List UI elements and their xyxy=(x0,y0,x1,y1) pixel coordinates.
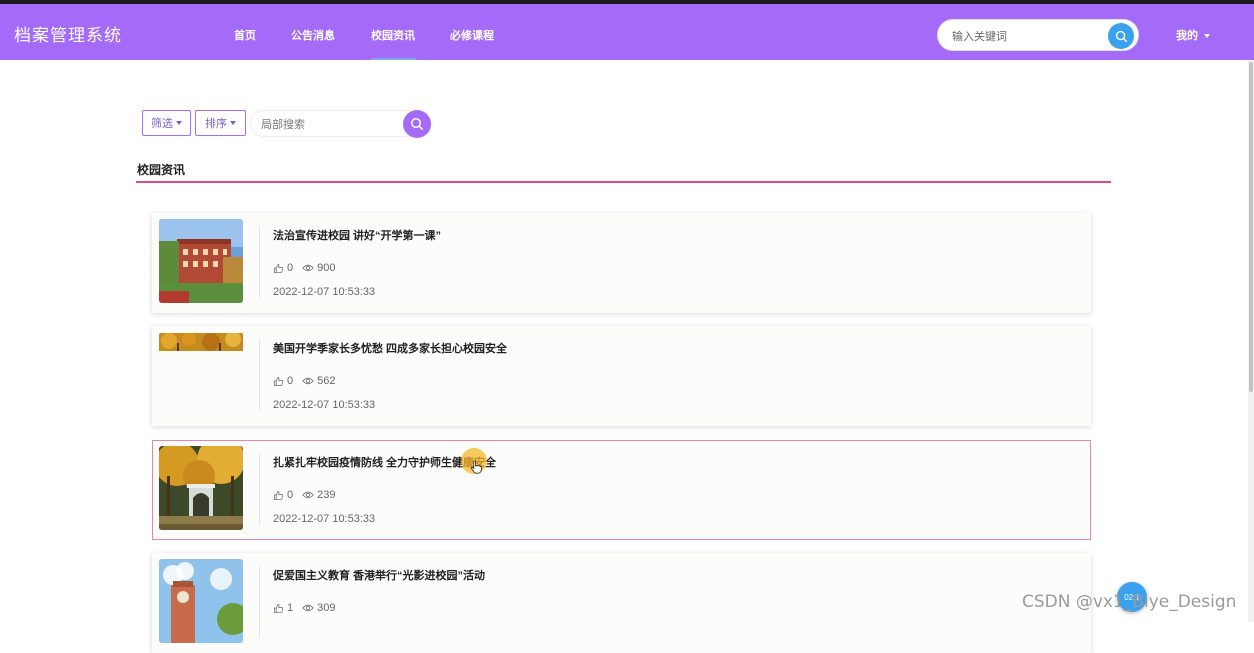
local-search-button[interactable] xyxy=(403,110,431,138)
card-divider xyxy=(259,226,260,298)
caret-down-icon xyxy=(230,121,236,125)
like-count: 1 xyxy=(287,602,294,614)
local-search-box xyxy=(250,110,410,137)
user-menu[interactable]: 我的 xyxy=(1176,27,1210,43)
like-stat[interactable]: 0 xyxy=(273,262,293,274)
news-thumbnail[interactable] xyxy=(159,559,243,643)
search-icon xyxy=(410,117,424,131)
news-thumbnail[interactable] xyxy=(159,446,243,530)
view-count: 309 xyxy=(317,602,336,614)
like-stat[interactable]: 1 xyxy=(273,602,293,614)
like-count: 0 xyxy=(287,262,294,274)
thumbs-up-icon xyxy=(273,263,283,273)
news-card[interactable]: 美国开学季家长多忧愁 四成多家长担心校园安全 0 562 2022-12-07 … xyxy=(152,326,1091,426)
sort-dropdown-button[interactable]: 排序 xyxy=(195,110,246,136)
card-divider xyxy=(259,453,260,525)
section-divider xyxy=(136,181,1111,183)
caret-down-icon xyxy=(176,121,182,125)
news-thumbnail[interactable] xyxy=(159,333,243,351)
caret-down-icon xyxy=(1204,34,1210,39)
view-stat: 309 xyxy=(302,602,335,614)
nav-item-campus-news[interactable]: 校园资讯 xyxy=(371,27,415,43)
view-count: 239 xyxy=(317,489,336,501)
hand-cursor-icon xyxy=(470,460,482,474)
news-thumbnail[interactable] xyxy=(159,219,243,303)
nav-item-home[interactable]: 首页 xyxy=(234,27,256,43)
news-title[interactable]: 美国开学季家长多忧愁 四成多家长担心校园安全 xyxy=(273,340,507,356)
like-count: 0 xyxy=(287,375,294,387)
like-stat[interactable]: 0 xyxy=(273,489,293,501)
news-date: 2022-12-07 10:53:33 xyxy=(273,286,376,298)
thumbs-up-icon xyxy=(273,603,283,613)
nav-item-required-courses[interactable]: 必修课程 xyxy=(450,27,494,43)
news-title[interactable]: 促爱国主义教育 香港举行“光影进校园”活动 xyxy=(273,567,485,583)
eye-icon xyxy=(302,491,314,499)
news-date: 2022-12-07 10:53:33 xyxy=(273,399,376,411)
scrollbar-thumb[interactable] xyxy=(1249,62,1253,392)
app-title: 档案管理系统 xyxy=(14,26,122,45)
top-search-input[interactable] xyxy=(950,27,1104,47)
local-search-input[interactable] xyxy=(259,116,403,134)
top-search-button[interactable] xyxy=(1108,23,1134,49)
thumbs-up-icon xyxy=(273,376,283,386)
section-title: 校园资讯 xyxy=(137,163,186,177)
filter-dropdown-button[interactable]: 筛选 xyxy=(142,110,191,136)
card-divider xyxy=(259,339,260,411)
view-stat: 239 xyxy=(302,489,335,501)
card-divider xyxy=(259,566,260,638)
sort-label: 排序 xyxy=(205,118,227,130)
filter-label: 筛选 xyxy=(151,118,173,130)
eye-icon xyxy=(302,377,314,385)
eye-icon xyxy=(302,264,314,272)
csdn-watermark: CSDN @vx1_Biye_Design xyxy=(1022,592,1237,612)
top-search-box xyxy=(937,19,1139,51)
news-stats: 0 900 xyxy=(273,262,344,274)
news-card[interactable]: 促爱国主义教育 香港举行“光影进校园”活动 1 309 xyxy=(152,553,1091,653)
view-stat: 900 xyxy=(302,262,335,274)
page-scrollbar[interactable] xyxy=(1248,60,1254,622)
active-tab-indicator xyxy=(371,58,416,60)
thumbs-up-icon xyxy=(273,490,283,500)
like-count: 0 xyxy=(287,489,294,501)
news-date: 2022-12-07 10:53:33 xyxy=(273,513,376,525)
news-card-active[interactable]: 扎紧扎牢校园疫情防线 全力守护师生健康安全 0 239 2022-12-07 1… xyxy=(152,440,1091,540)
view-count: 562 xyxy=(317,375,336,387)
nav-item-announcements[interactable]: 公告消息 xyxy=(291,27,335,43)
news-stats: 0 562 xyxy=(273,375,344,387)
eye-icon xyxy=(302,604,314,612)
like-stat[interactable]: 0 xyxy=(273,375,293,387)
view-count: 900 xyxy=(317,262,336,274)
news-title[interactable]: 法治宣传进校园 讲好“开学第一课” xyxy=(273,227,441,243)
top-navbar: 档案管理系统 首页 公告消息 校园资讯 必修课程 我的 xyxy=(0,4,1254,60)
news-stats: 0 239 xyxy=(273,489,344,501)
user-menu-label: 我的 xyxy=(1176,30,1198,42)
search-icon xyxy=(1115,30,1127,42)
news-card[interactable]: 法治宣传进校园 讲好“开学第一课” 0 900 2022-12-07 10:53… xyxy=(152,213,1091,313)
news-stats: 1 309 xyxy=(273,602,344,614)
view-stat: 562 xyxy=(302,375,335,387)
